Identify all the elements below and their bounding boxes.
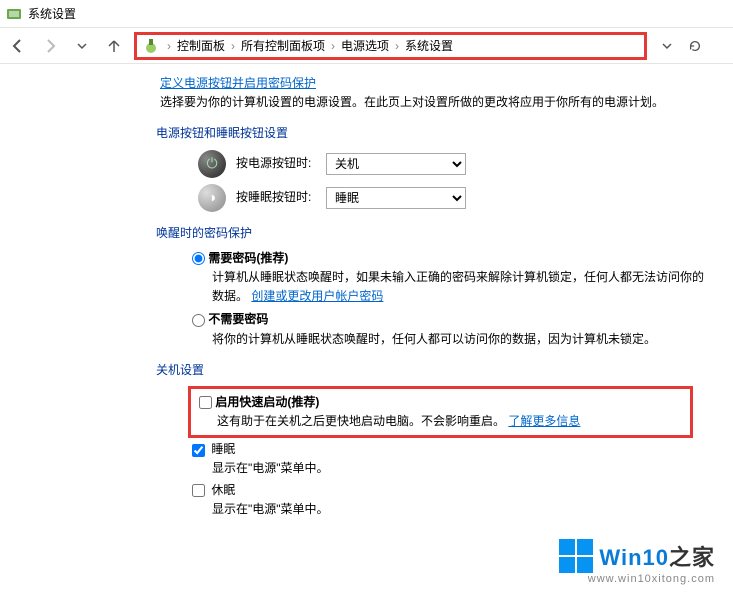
back-button[interactable] xyxy=(6,34,30,58)
section-wake-password: 唤醒时的密码保护 xyxy=(156,224,713,243)
checkbox-hibernate[interactable]: 休眠 显示在"电源"菜单中。 xyxy=(192,481,713,519)
power-button-row: 按电源按钮时: 关机 xyxy=(160,150,713,178)
radio-require-input[interactable] xyxy=(192,252,205,265)
chevron-right-icon: › xyxy=(329,39,337,53)
section-shutdown: 关机设置 xyxy=(156,361,713,380)
sleep-button-label: 按睡眠按钮时: xyxy=(236,188,316,207)
power-button-select[interactable]: 关机 xyxy=(326,153,466,175)
radio-norequire-input[interactable] xyxy=(192,314,205,327)
forward-button[interactable] xyxy=(38,34,62,58)
watermark-brand-main: Win10 xyxy=(599,545,669,570)
checkbox-fast-startup[interactable]: 启用快速启动(推荐) 这有助于在关机之后更快地启动电脑。不会影响重启。 了解更多… xyxy=(199,393,682,431)
hibernate-desc: 显示在"电源"菜单中。 xyxy=(212,500,713,519)
radio-norequire-label: 不需要密码 xyxy=(208,312,268,326)
chevron-right-icon: › xyxy=(393,39,401,53)
radio-norequire-desc: 将你的计算机从睡眠状态唤醒时，任何人都可以访问你的数据，因为计算机未锁定。 xyxy=(212,330,713,349)
power-options-icon xyxy=(143,38,159,54)
fast-startup-highlight: 启用快速启动(推荐) 这有助于在关机之后更快地启动电脑。不会影响重启。 了解更多… xyxy=(188,386,693,438)
breadcrumb-item[interactable]: 控制面板 xyxy=(175,37,227,54)
window-title-bar: 系统设置 xyxy=(0,0,733,28)
window-title: 系统设置 xyxy=(28,5,76,22)
breadcrumb-item[interactable]: 系统设置 xyxy=(403,37,455,54)
breadcrumb[interactable]: › 控制面板 › 所有控制面板项 › 电源选项 › 系统设置 xyxy=(134,32,647,60)
breadcrumb-item[interactable]: 所有控制面板项 xyxy=(239,37,327,54)
refresh-button[interactable] xyxy=(683,34,707,58)
sleep-icon xyxy=(198,184,226,212)
chevron-right-icon: › xyxy=(229,39,237,53)
radio-require-password[interactable]: 需要密码(推荐) 计算机从睡眠状态唤醒时，如果未输入正确的密码来解除计算机锁定，… xyxy=(192,249,713,307)
content-area: 定义电源按钮并启用密码保护 选择要为你的计算机设置的电源设置。在此页上对设置所做… xyxy=(0,64,733,531)
sleep-checkbox[interactable] xyxy=(192,444,205,457)
hibernate-checkbox[interactable] xyxy=(192,484,205,497)
fast-startup-desc: 这有助于在关机之后更快地启动电脑。不会影响重启。 了解更多信息 xyxy=(217,412,682,431)
section-power-buttons: 电源按钮和睡眠按钮设置 xyxy=(156,124,713,143)
chevron-right-icon: › xyxy=(165,39,173,53)
hibernate-label: 休眠 xyxy=(211,483,235,497)
learn-more-link[interactable]: 了解更多信息 xyxy=(508,414,580,428)
sleep-label: 睡眠 xyxy=(211,442,235,456)
breadcrumb-item[interactable]: 电源选项 xyxy=(339,37,391,54)
checkbox-sleep[interactable]: 睡眠 显示在"电源"菜单中。 xyxy=(192,440,713,478)
power-icon xyxy=(198,150,226,178)
define-power-buttons-link[interactable]: 定义电源按钮并启用密码保护 xyxy=(160,76,316,90)
radio-require-label: 需要密码(推荐) xyxy=(208,251,288,265)
power-button-label: 按电源按钮时: xyxy=(236,154,316,173)
watermark-brand-suffix: 之家 xyxy=(669,545,715,570)
radio-require-desc: 计算机从睡眠状态唤醒时，如果未输入正确的密码来解除计算机锁定，任何人都无法访问你… xyxy=(212,268,713,306)
page-description: 选择要为你的计算机设置的电源设置。在此页上对设置所做的更改将应用于你所有的电源计… xyxy=(160,93,713,112)
watermark: Win10之家 www.win10xitong.com xyxy=(559,539,715,585)
sleep-button-select[interactable]: 睡眠 xyxy=(326,187,466,209)
fast-startup-checkbox[interactable] xyxy=(199,396,212,409)
nav-row: › 控制面板 › 所有控制面板项 › 电源选项 › 系统设置 xyxy=(0,28,733,64)
sleep-button-row: 按睡眠按钮时: 睡眠 xyxy=(160,184,713,212)
sleep-desc: 显示在"电源"菜单中。 xyxy=(212,459,713,478)
address-dropdown[interactable] xyxy=(655,34,679,58)
up-button[interactable] xyxy=(102,34,126,58)
radio-no-password[interactable]: 不需要密码 将你的计算机从睡眠状态唤醒时，任何人都可以访问你的数据，因为计算机未… xyxy=(192,310,713,348)
windows-logo-icon xyxy=(559,539,593,573)
app-icon xyxy=(6,6,22,22)
create-change-password-link[interactable]: 创建或更改用户帐户密码 xyxy=(251,289,383,303)
recent-dropdown[interactable] xyxy=(70,34,94,58)
fast-startup-label: 启用快速启动(推荐) xyxy=(215,395,319,409)
watermark-url: www.win10xitong.com xyxy=(559,573,715,585)
